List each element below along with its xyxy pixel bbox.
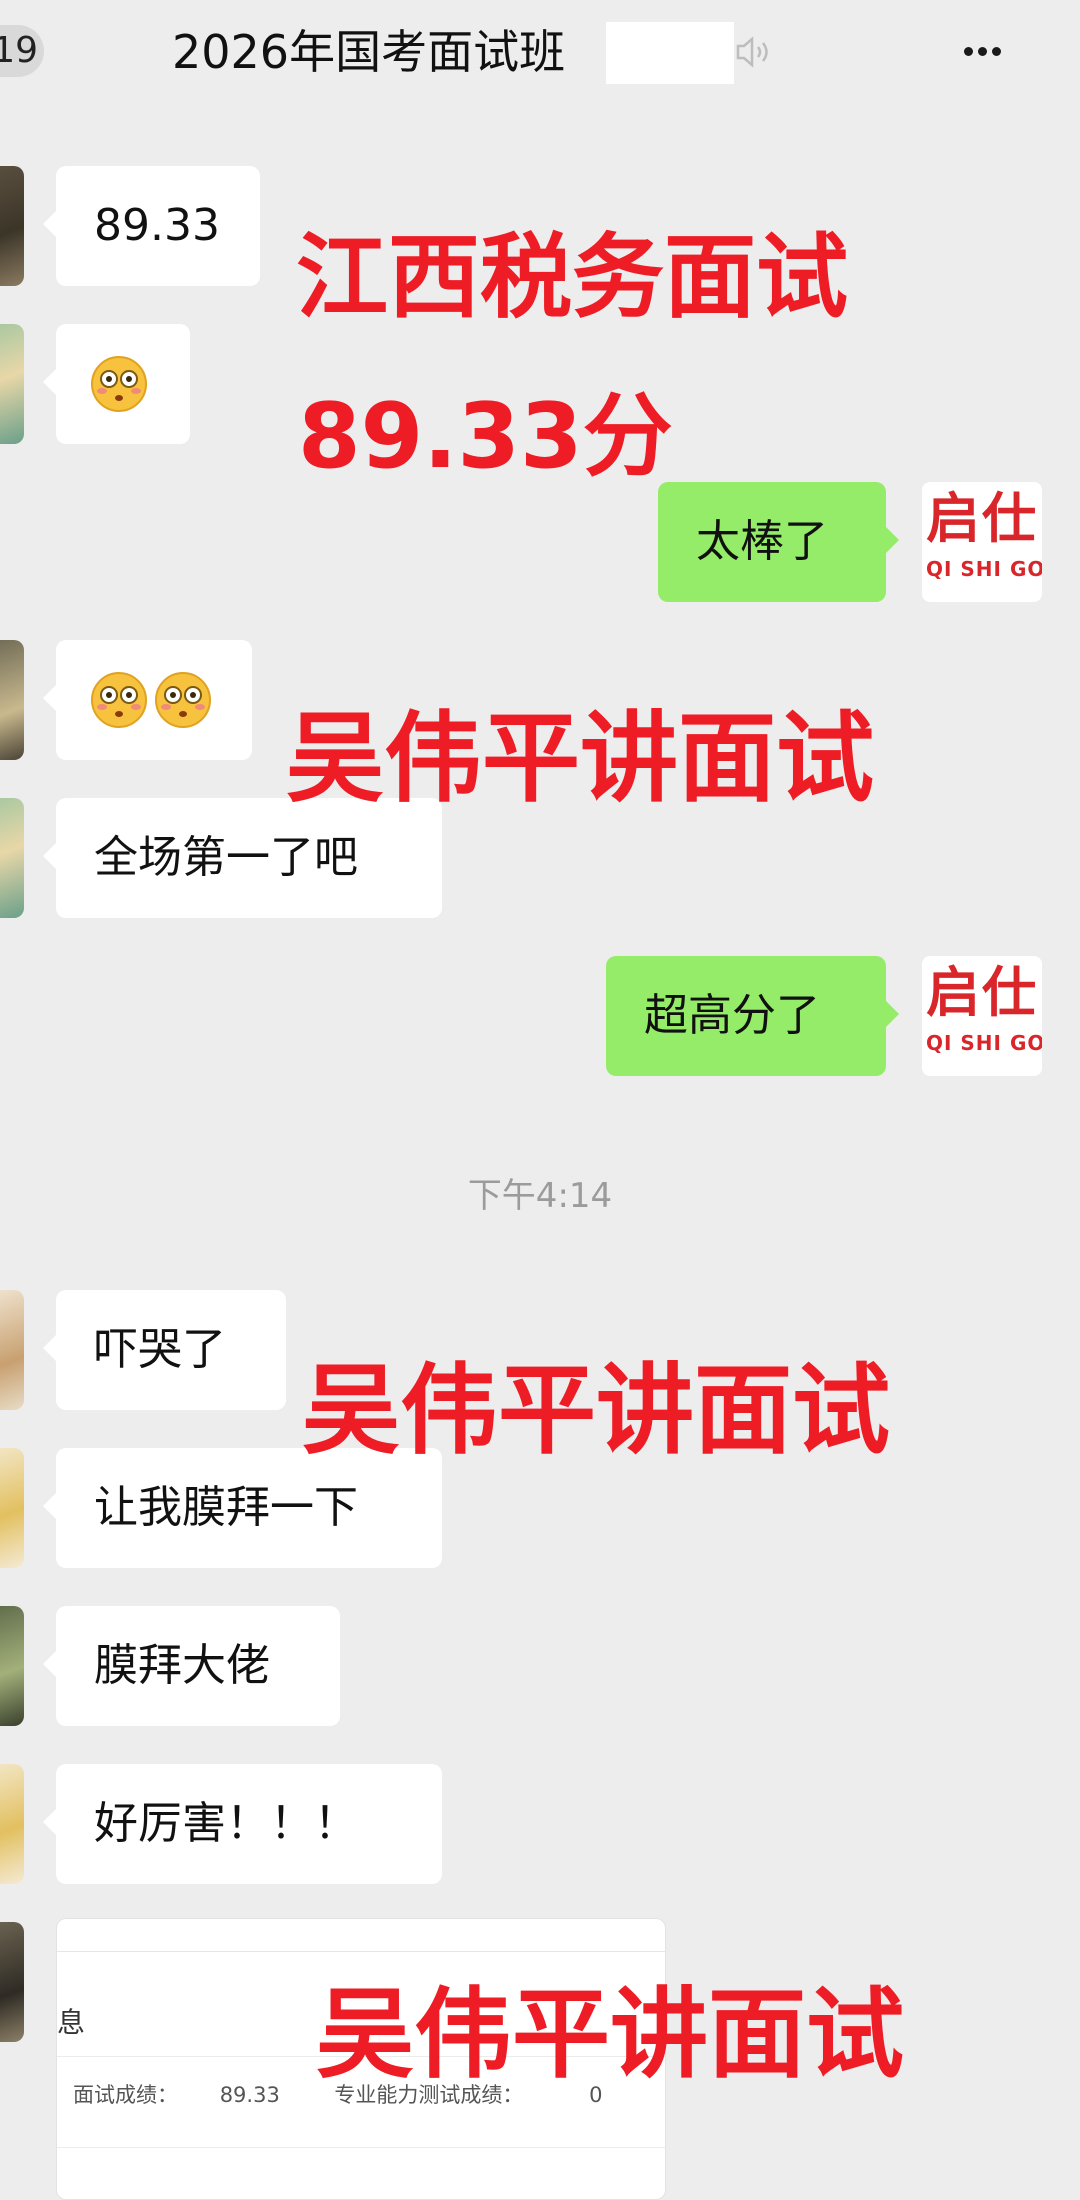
divider bbox=[57, 2147, 665, 2148]
sender-avatar-logo[interactable]: 启仕 QI SHI GO bbox=[922, 956, 1042, 1076]
avatar[interactable] bbox=[0, 1606, 24, 1726]
sender-avatar-logo[interactable]: 启仕 QI SHI GO bbox=[922, 482, 1042, 602]
avatar[interactable] bbox=[0, 1922, 24, 2042]
message-bubble[interactable]: 好厉害！！！ bbox=[43, 1764, 442, 1884]
flushed-face-icon bbox=[91, 672, 147, 728]
back-button-unread-count[interactable]: 19 bbox=[0, 25, 44, 77]
message-bubble[interactable]: 89.33 bbox=[43, 166, 260, 286]
divider bbox=[57, 1951, 665, 1952]
message-bubble[interactable]: 全场第一了吧 bbox=[43, 798, 442, 918]
overlay-caption: 吴伟平讲面试 bbox=[302, 1354, 891, 1468]
card-heading: 息 bbox=[57, 2006, 86, 2039]
overlay-caption: 江西税务面试 bbox=[296, 224, 849, 331]
avatar[interactable] bbox=[0, 1764, 24, 1884]
logo-text: 启仕 bbox=[926, 487, 1038, 550]
avatar[interactable] bbox=[0, 324, 24, 444]
redaction-block bbox=[606, 22, 734, 84]
message-bubble[interactable] bbox=[43, 324, 190, 444]
avatar[interactable] bbox=[0, 798, 24, 918]
overlay-caption: 吴伟平讲面试 bbox=[316, 1978, 905, 2092]
score-value: 89.33 bbox=[219, 2083, 280, 2107]
logo-subtext: QI SHI GO bbox=[926, 557, 1042, 581]
mute-icon bbox=[736, 36, 768, 68]
message-bubble[interactable]: 超高分了 bbox=[606, 956, 899, 1076]
logo-subtext: QI SHI GO bbox=[926, 1031, 1042, 1055]
message-bubble[interactable]: 膜拜大佬 bbox=[43, 1606, 340, 1726]
avatar[interactable] bbox=[0, 640, 24, 760]
avatar[interactable] bbox=[0, 1290, 24, 1410]
avatar[interactable] bbox=[0, 1448, 24, 1568]
logo-text: 启仕 bbox=[926, 961, 1038, 1024]
score-label: 面试成绩： bbox=[73, 2083, 178, 2107]
chat-title: 2026年国考面试班 bbox=[172, 25, 566, 79]
more-options-icon[interactable] bbox=[964, 30, 1028, 74]
message-bubble[interactable] bbox=[43, 640, 252, 760]
message-bubble[interactable]: 吓哭了 bbox=[43, 1290, 286, 1410]
message-bubble[interactable]: 太棒了 bbox=[658, 482, 899, 602]
timestamp: 下午4:14 bbox=[467, 1176, 613, 1216]
overlay-caption: 89.33分 bbox=[298, 384, 673, 489]
flushed-face-icon bbox=[91, 356, 147, 412]
overlay-caption: 吴伟平讲面试 bbox=[286, 702, 875, 816]
avatar[interactable] bbox=[0, 166, 24, 286]
flushed-face-icon bbox=[155, 672, 211, 728]
